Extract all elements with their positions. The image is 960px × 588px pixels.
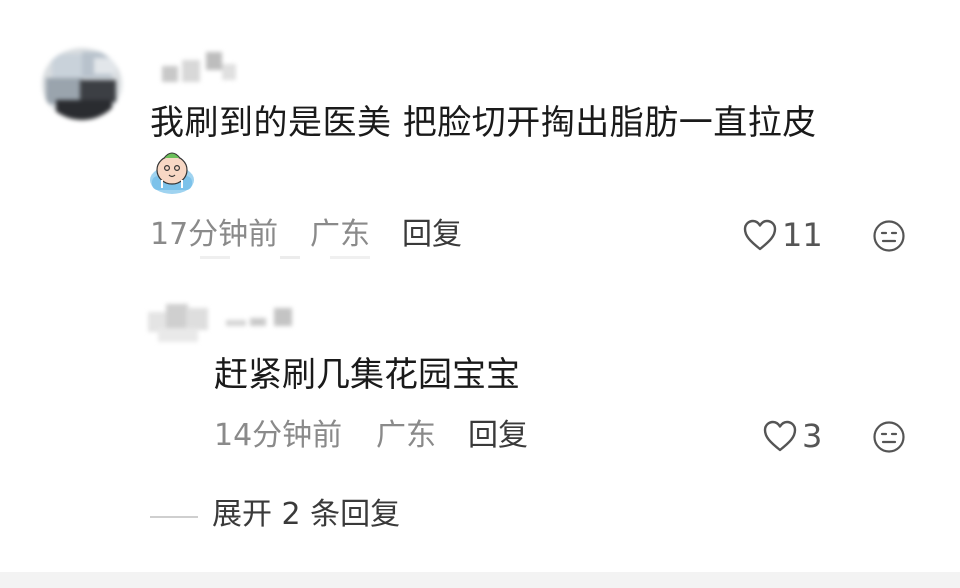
heart-icon	[763, 420, 797, 452]
like-count: 11	[782, 216, 823, 254]
reply-like-button[interactable]: 3	[762, 416, 822, 456]
bottom-edge	[0, 572, 960, 588]
reply-dislike-face-icon[interactable]	[872, 420, 906, 454]
avatar[interactable]	[42, 48, 122, 120]
reply-username-blurred[interactable]	[226, 308, 296, 334]
reply-reply-button[interactable]: 回复	[468, 416, 528, 456]
reply-avatar[interactable]	[148, 300, 210, 344]
comment-thread: 我刷到的是医美 把脸切开掏出脂肪一直拉皮 17分钟前 广东 回复 11 赶紧刷几…	[0, 0, 960, 588]
reply-text: 赶紧刷几集花园宝宝	[214, 355, 520, 395]
comment-time: 17分钟前	[150, 217, 279, 252]
crying-emoji-icon	[150, 152, 194, 194]
reply-time: 14分钟前	[214, 418, 343, 453]
expand-replies-button[interactable]: 展开 2 条回复	[212, 494, 400, 536]
heart-icon	[743, 219, 777, 251]
reply-location: 广东	[376, 418, 436, 453]
comment-text: 我刷到的是医美 把脸切开掏出脂肪一直拉皮	[150, 103, 817, 143]
reply-button[interactable]: 回复	[402, 215, 462, 255]
dislike-face-icon[interactable]	[872, 219, 906, 253]
reply-like-count: 3	[802, 417, 823, 455]
divider	[200, 254, 400, 262]
comment-location: 广东	[310, 217, 370, 252]
username-blurred[interactable]	[162, 52, 242, 86]
like-button[interactable]: 11	[742, 215, 823, 255]
expand-divider	[150, 516, 198, 518]
